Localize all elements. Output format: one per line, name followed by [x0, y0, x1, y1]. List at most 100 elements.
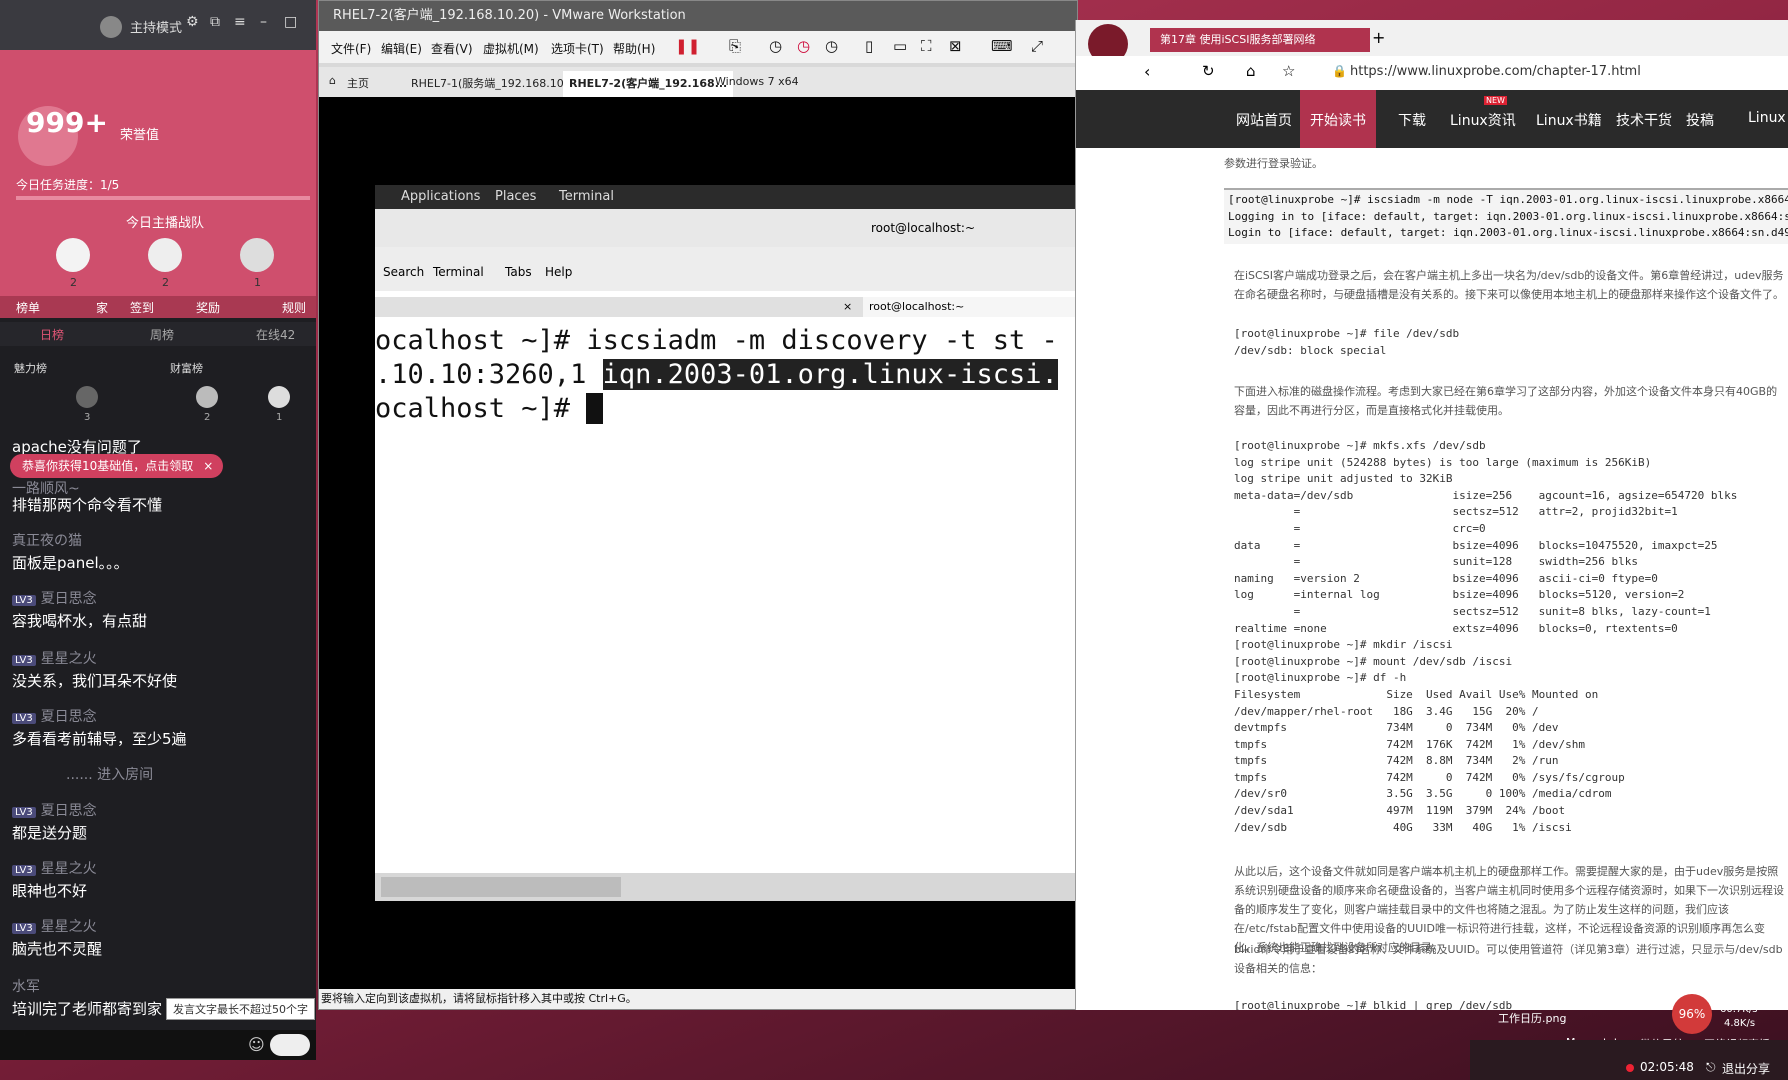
menu-help[interactable]: Help [545, 265, 572, 279]
maximize-icon[interactable]: □ [284, 14, 297, 30]
home-icon[interactable]: ⌂ [1246, 62, 1256, 80]
chat-message: 眼神也不好 [12, 882, 88, 900]
chat-username[interactable]: 星星之火 [41, 861, 97, 877]
active-tab[interactable]: 第17章 使用iSCSI服务部署网络 [1150, 28, 1370, 52]
popout-icon[interactable]: ⧉ [210, 14, 220, 30]
taskbar-terminal-item[interactable] [381, 877, 621, 897]
browser-addressbar: ‹ ↻ ⌂ ☆ 🔒 https://www.linuxprobe.com/cha… [1076, 56, 1788, 90]
menu-file[interactable]: 文件(F) [331, 40, 371, 57]
menu-edit[interactable]: 编辑(E) [381, 40, 422, 57]
share-timer: 02:05:48 [1640, 1060, 1694, 1074]
mode-label[interactable]: 主持模式 [130, 17, 182, 36]
menu-help[interactable]: 帮助(H) [613, 40, 655, 57]
terminal-title: root@localhost:~ [871, 221, 976, 235]
score-value: 999+ [26, 106, 108, 139]
url-field[interactable]: https://www.linuxprobe.com/chapter-17.ht… [1350, 64, 1641, 79]
terminal-tab[interactable]: root@localhost:~ [863, 297, 1077, 317]
anchor-team-title: 今日主播战队 [126, 216, 205, 231]
chat-username[interactable]: 真正夜の猫 [12, 530, 82, 550]
console-icon[interactable]: ⌨ [991, 37, 1013, 55]
menu-tabs[interactable]: Tabs [505, 265, 532, 279]
chat-username[interactable]: 星星之火 [41, 651, 97, 667]
minimize-icon[interactable]: – [260, 14, 267, 30]
thumbnail-icon[interactable]: ▭ [893, 37, 907, 55]
menu-terminal[interactable]: Terminal [433, 265, 484, 279]
vm-display[interactable]: Applications Places Terminal root@localh… [319, 97, 1077, 989]
revert-snapshot-icon[interactable]: ◷ [797, 37, 810, 55]
tab-online[interactable]: 在线42 [256, 326, 295, 343]
terminal-selection: iqn.2003-01.org.linux-iscsi. [602, 359, 1058, 390]
level-badge: LV3 [12, 865, 36, 876]
team-avatar-3[interactable] [240, 238, 274, 272]
menu-icon[interactable]: ≡ [234, 14, 246, 30]
pause-icon[interactable]: ❚❚ [675, 37, 700, 55]
menu-tabs[interactable]: 选项卡(T) [551, 40, 604, 57]
tab-weekly[interactable]: 周榜 [150, 326, 174, 343]
tab-rhel7-1[interactable]: RHEL7-1(服务端_192.168.10... [411, 75, 574, 91]
team-avatar-1[interactable] [56, 238, 90, 272]
tab-rules[interactable]: 规则 [282, 299, 306, 316]
level-badge: LV3 [12, 713, 36, 724]
terminal-window[interactable]: root@localhost:~ Search Terminal Tabs He… [375, 209, 1077, 901]
send-button[interactable] [270, 1034, 310, 1056]
nav-read[interactable]: 开始读书 [1310, 110, 1366, 130]
new-tab-icon[interactable]: + [1372, 28, 1385, 47]
close-icon[interactable]: × [203, 454, 213, 478]
team-avatar-2[interactable] [148, 238, 182, 272]
code-block-file: [root@linuxprobe ~]# file /dev/sdb /dev/… [1234, 327, 1460, 357]
chat-username[interactable]: 夏日思念 [41, 709, 97, 725]
desktop-icon-calendar[interactable]: 工作日历.png [1498, 1010, 1566, 1026]
rank-wealth[interactable]: 财富榜 [170, 360, 203, 376]
reload-icon[interactable]: ↻ [1202, 62, 1215, 80]
snapshot-icon[interactable]: ◷ [769, 37, 782, 55]
menu-search[interactable]: Search [383, 265, 424, 279]
code-block-blkid: [root@linuxprobe ~]# blkid | grep /dev/s… [1234, 999, 1513, 1010]
rank-avatar-1[interactable] [76, 386, 98, 408]
input-tooltip: 发言文字最长不超过50个字 [166, 998, 315, 1020]
nav-home[interactable]: 网站首页 [1236, 110, 1292, 130]
send-keys-icon[interactable]: ⎘ [729, 37, 741, 55]
terminal-task[interactable]: Terminal [559, 185, 614, 209]
chat-username[interactable]: 星星之火 [41, 919, 97, 935]
exit-share-icon[interactable]: ⎋ [1706, 1060, 1716, 1075]
nav-books[interactable]: Linux书籍 [1536, 110, 1602, 130]
sidebar-toggle-icon[interactable]: ▯ [865, 37, 873, 55]
unity-icon[interactable]: ⊠ [949, 37, 962, 55]
tab-home[interactable]: 主页 [347, 75, 369, 91]
gnome-bottom-bar [375, 873, 1077, 901]
exit-share-button[interactable]: 退出分享 [1722, 1060, 1770, 1077]
tab-daily[interactable]: 日榜 [40, 326, 64, 343]
applications-menu[interactable]: Applications [401, 185, 480, 209]
tab-rhel7-2[interactable]: RHEL7-2(客户端_192.168... [563, 71, 734, 97]
nav-submit[interactable]: 投稿 [1686, 110, 1714, 130]
rank-charm[interactable]: 魅力榜 [14, 360, 47, 376]
fullscreen-icon[interactable]: ⛶ [921, 37, 932, 55]
menu-vm[interactable]: 虚拟机(M) [483, 40, 539, 57]
nav-tech[interactable]: 技术干货 [1616, 110, 1672, 130]
chat-username[interactable]: 夏日思念 [41, 591, 97, 607]
rank-avatar-3[interactable] [268, 386, 290, 408]
settings-icon[interactable]: ⚙ [186, 14, 199, 30]
tab-reward[interactable]: 奖励 [196, 299, 220, 316]
tab-checkin[interactable]: 签到 [130, 299, 154, 316]
emoji-icon[interactable]: ☺ [248, 1035, 265, 1054]
tab-windows7[interactable]: Windows 7 x64 [715, 75, 799, 88]
snapshot-manager-icon[interactable]: ◷ [825, 37, 838, 55]
menu-view[interactable]: 查看(V) [431, 40, 473, 57]
notification-pill[interactable]: 恭喜你获得10基础值，点击领取 × [10, 454, 224, 478]
places-menu[interactable]: Places [495, 185, 536, 209]
chat-username[interactable]: 夏日思念 [41, 803, 97, 819]
chat-username[interactable]: 水军 [12, 976, 40, 996]
rank-avatar-2[interactable] [196, 386, 218, 408]
nav-linux[interactable]: Linux [1748, 110, 1786, 126]
tab-rank[interactable]: 榜单 [16, 299, 40, 316]
nav-download[interactable]: 下载 [1398, 110, 1426, 130]
close-tab-icon[interactable]: × [843, 300, 852, 313]
stretch-icon[interactable]: ⤢ [1031, 37, 1043, 55]
bookmark-icon[interactable]: ☆ [1282, 62, 1295, 80]
host-avatar[interactable] [100, 16, 122, 38]
back-icon[interactable]: ‹ [1144, 62, 1150, 81]
tab-home[interactable]: 家 [96, 299, 108, 316]
nav-news[interactable]: Linux资讯 [1450, 110, 1516, 130]
network-gauge[interactable]: 96% [1672, 994, 1712, 1034]
